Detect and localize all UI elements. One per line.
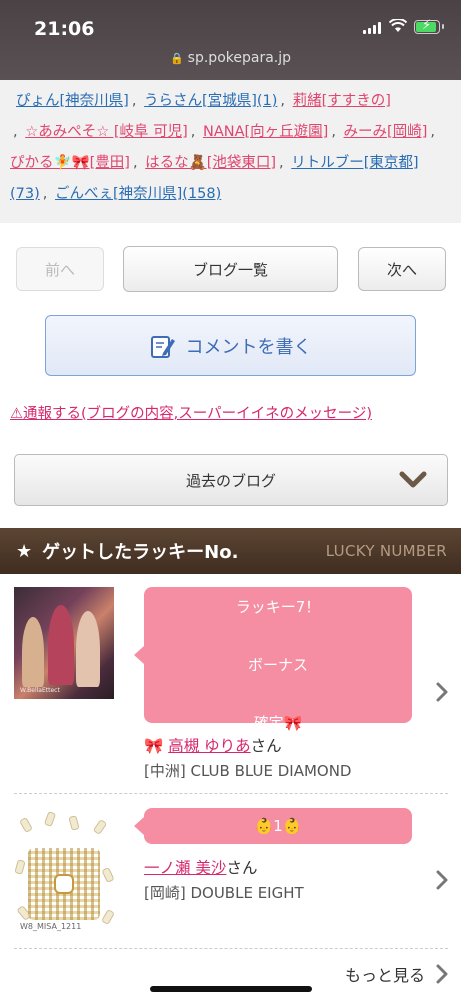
- clock: 21:06: [34, 18, 95, 40]
- bubble-line: ラッキー7！: [235, 598, 321, 616]
- prev-label: 前へ: [44, 260, 75, 279]
- star-icon: ★: [16, 540, 33, 562]
- blog-list-label: ブログ一覧: [192, 260, 268, 279]
- signal-icon: [363, 22, 383, 34]
- qr-code: [28, 848, 100, 920]
- blog-list-button[interactable]: ブログ一覧: [123, 246, 338, 292]
- next-label: 次へ: [386, 260, 417, 279]
- home-indicator[interactable]: [150, 986, 312, 992]
- wifi-icon: [389, 19, 407, 32]
- past-blog-label: 過去のブログ: [185, 471, 276, 490]
- comma: ,: [280, 93, 286, 109]
- lucky-number-header: ★ ゲットしたラッキーNo. LUCKY NUMBER: [0, 528, 461, 574]
- instagram-icon: [54, 874, 74, 894]
- ribbon-icon: 🎀: [144, 737, 169, 755]
- comma: ,: [279, 155, 284, 171]
- reader-link[interactable]: ごんべぇ[神奈川県](158): [55, 186, 221, 202]
- reader-link[interactable]: NANA[向ヶ丘遊園]: [203, 124, 328, 140]
- battery-icon: ⚡: [414, 18, 444, 34]
- row-divider: [14, 948, 448, 949]
- lucky-title: ゲットしたラッキーNo.: [42, 542, 239, 563]
- comma: ,: [132, 155, 138, 171]
- write-comment-label: コメントを書く: [185, 336, 312, 358]
- cast-photo[interactable]: W.BellaEttect: [14, 587, 114, 699]
- reader-link[interactable]: ぴかる🧚🎀[豊田]: [10, 155, 130, 171]
- lucky-bubble: 👶1👶: [134, 808, 412, 844]
- lucky-subtitle: LUCKY NUMBER: [325, 542, 447, 560]
- cast-name-link[interactable]: 高槻 ゆりあ: [168, 737, 250, 755]
- club-name: [岡崎] DOUBLE EIGHT: [144, 884, 304, 902]
- reader-link[interactable]: みーみ[岡崎]: [344, 124, 428, 140]
- club-name: [中洲] CLUB BLUE DIAMOND: [144, 762, 352, 780]
- url-text: sp.pokepara.jp: [187, 50, 292, 66]
- prev-button[interactable]: 前へ: [16, 247, 104, 291]
- cast-name-row: 一ノ瀬 美沙さん: [144, 856, 257, 878]
- reader-link[interactable]: ぴょん[神奈川県]: [16, 93, 129, 109]
- pencil-note-icon: [150, 335, 175, 358]
- comma: ,: [13, 124, 18, 140]
- chevron-down-icon: [399, 471, 427, 488]
- comma: ,: [190, 124, 196, 140]
- honorific: さん: [226, 859, 258, 877]
- blog-reader-links: ぴょん[神奈川県], うらさん[宮城県](1), 莉緒[すすきの] , ☆あみぺ…: [0, 80, 461, 223]
- lock-icon: 🔒: [169, 52, 184, 65]
- comma: ,: [131, 93, 137, 109]
- lucky-bubble: ラッキー7！ ボーナス 確定🎀: [134, 587, 412, 732]
- row-divider: [14, 793, 448, 794]
- past-blog-dropdown[interactable]: 過去のブログ: [14, 454, 448, 506]
- browser-status-bar: 21:06 ⚡ 🔒 sp.pokepara.jp: [0, 0, 461, 80]
- comma: ,: [42, 186, 48, 202]
- reader-link[interactable]: ☆あみぺそ☆ [岐阜 可児]: [25, 124, 188, 140]
- bubble-line: ボーナス: [247, 656, 308, 674]
- comma: ,: [430, 124, 435, 140]
- write-comment-button[interactable]: コメントを書く: [45, 315, 416, 376]
- bubble-line: 👶1👶: [254, 817, 302, 835]
- cast-photo[interactable]: W8_MISA_1211: [14, 810, 115, 932]
- chevron-right-icon[interactable]: [435, 681, 449, 703]
- next-button[interactable]: 次へ: [358, 247, 446, 291]
- photo-caption: W.BellaEttect: [20, 687, 60, 694]
- photo-caption: W8_MISA_1211: [20, 922, 82, 931]
- reader-link[interactable]: うらさん[宮城県](1): [144, 93, 277, 109]
- cast-name-row: 🎀 高槻 ゆりあさん: [144, 734, 282, 756]
- comma: ,: [331, 124, 336, 140]
- report-link[interactable]: ⚠通報する(ブログの内容,スーパーイイネのメッセージ): [10, 402, 372, 423]
- cast-name-link[interactable]: 一ノ瀬 美沙: [144, 859, 226, 877]
- chevron-right-icon[interactable]: [435, 963, 449, 985]
- honorific: さん: [250, 737, 282, 755]
- url-bar[interactable]: 🔒 sp.pokepara.jp: [0, 50, 461, 66]
- reader-link[interactable]: はるな🧸[池袋東口]: [145, 155, 276, 171]
- chevron-right-icon[interactable]: [435, 869, 449, 891]
- reader-link[interactable]: 莉緒[すすきの]: [293, 93, 391, 109]
- see-more-link[interactable]: もっと見る: [345, 962, 425, 986]
